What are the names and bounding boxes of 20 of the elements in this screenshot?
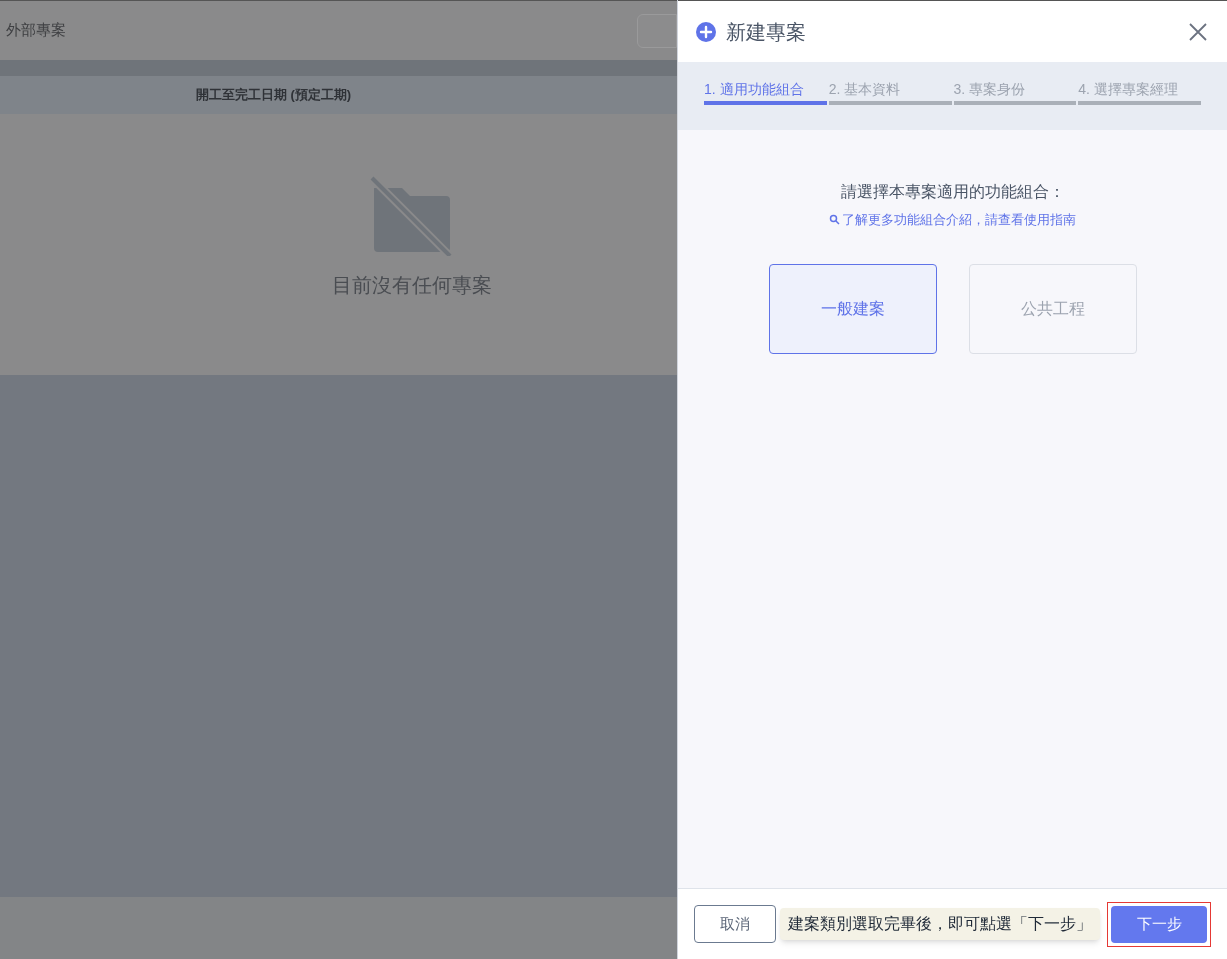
option-card[interactable]: 一般建案 (768, 263, 937, 354)
search-icon (829, 214, 840, 226)
step-tab[interactable]: 4. 選擇專案經理 (1078, 78, 1201, 105)
step-tab[interactable]: 1. 適用功能組合 (704, 78, 827, 105)
step-tab[interactable]: 2. 基本資料 (828, 78, 952, 105)
close-button[interactable] (1187, 20, 1209, 43)
empty-message: 目前沒有任何專案 (331, 273, 492, 298)
search-field[interactable] (637, 13, 677, 48)
tooltip: 建案類別選取完畢後，即可點選「下一步」 (780, 908, 1100, 940)
guide-link[interactable]: 了解更多功能組合介紹，請查看使用指南 (829, 210, 1076, 230)
no-folder-icon (369, 176, 454, 256)
step-tab[interactable]: 3. 專案身份 (953, 78, 1077, 105)
column-heading: 開工至完工日期 (預定工期) (195, 86, 352, 105)
option-card[interactable]: 公共工程 (968, 263, 1137, 354)
next-button[interactable]: 下一步 (1111, 905, 1207, 943)
cancel-button[interactable]: 取消 (694, 905, 776, 943)
page-title: 外部專案 (6, 20, 66, 41)
plus-circle-icon (696, 21, 716, 42)
drawer-title: 新建專案 (726, 19, 806, 45)
prompt-text: 請選擇本專案適用的功能組合： (840, 182, 1065, 202)
